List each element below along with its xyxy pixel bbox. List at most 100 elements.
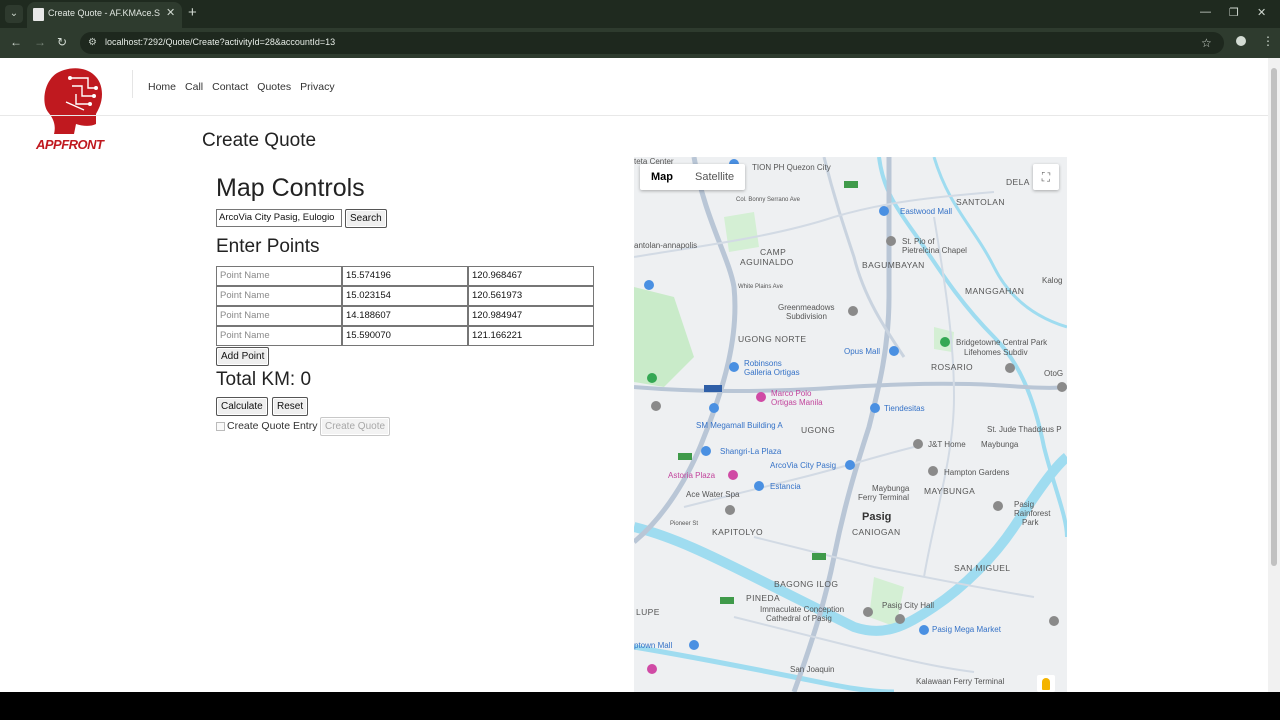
restore-icon[interactable]: ❐ [1229,6,1239,19]
nav-contact-link[interactable]: Contact [212,81,248,93]
map-label: Cathedral of Pasig [766,614,832,623]
scrollbar-thumb[interactable] [1271,68,1277,566]
url-text: localhost:7292/Quote/Create?activityId=2… [105,37,336,47]
search-button[interactable]: Search [345,209,387,228]
calculate-button[interactable]: Calculate [216,397,268,416]
map-label: Pioneer St [670,521,699,527]
map-label: Col. Bonny Serrano Ave [736,197,800,203]
map-label: Pietrelcina Chapel [902,246,967,255]
new-tab-icon[interactable]: + [188,5,197,20]
nav-quotes-link[interactable]: Quotes [257,81,291,93]
map-type-satellite-button[interactable]: Satellite [684,164,745,190]
map-label: antolan-annapolis [634,241,698,250]
map-label: AGUINALDO [740,257,794,267]
point-name-input[interactable]: Point Name [216,326,342,346]
header-divider [0,115,1268,116]
back-icon[interactable]: ← [10,35,22,49]
map-label: DELA [1006,177,1030,187]
location-search-input[interactable]: ArcoVia City Pasig, Eulogio [216,209,342,227]
map-label: Opus Mall [844,347,881,356]
point-lat-input[interactable]: 15.574196 [342,266,468,286]
close-window-icon[interactable]: ✕ [1257,6,1266,19]
tab-search-icon[interactable]: ⌄ [5,5,23,23]
map-label: OtoG [1044,369,1064,378]
map-type-map-button[interactable]: Map [640,164,684,190]
forward-icon[interactable]: → [34,35,46,49]
nav-home-link[interactable]: Home [148,81,176,93]
page-title: Create Quote [202,130,317,151]
nav-privacy-link[interactable]: Privacy [300,81,334,93]
map-label: Galleria Ortigas [744,368,800,377]
map-label: CANIOGAN [852,527,901,537]
map-label: KAPITOLYO [712,527,763,537]
browser-tab[interactable]: Create Quote - AF.KMAce.Sales ✕ [27,2,182,28]
map-type-control: Map Satellite [640,164,746,190]
point-name-input[interactable]: Point Name [216,306,342,326]
tab-close-icon[interactable]: ✕ [166,6,175,19]
map-label: St. Jude Thaddeus P [987,425,1062,434]
create-quote-button[interactable]: Create Quote [320,417,391,436]
create-quote-entry-checkbox[interactable] [216,422,225,431]
map-label: SM Megamall Building A [696,421,783,430]
map-label: Ortigas Manila [771,398,823,407]
add-point-button[interactable]: Add Point [216,347,270,366]
map-label: MANGGAHAN [965,286,1025,296]
map-label: White Plains Ave [738,284,783,290]
point-lng-input[interactable]: 120.968467 [468,266,594,286]
nav-call-link[interactable]: Call [185,81,203,93]
site-info-icon[interactable]: ⚙ [88,37,97,48]
map-label: Kalog [1042,276,1063,285]
map-label: CAMP [760,247,787,257]
map-label: ArcoVia City Pasig [770,461,837,470]
nav-divider [132,70,133,98]
map-label: Park [1022,518,1039,527]
fullscreen-icon[interactable]: ⛶ [1033,164,1059,190]
address-bar[interactable]: ⚙ localhost:7292/Quote/Create?activityId… [80,32,1224,54]
map-label: Astoria Plaza [668,471,716,480]
map-label: St. Pio of [902,237,935,246]
point-name-input[interactable]: Point Name [216,266,342,286]
map-label: MAYBUNGA [924,486,976,496]
map-label: TION PH Quezon City [752,163,831,172]
minimize-icon[interactable]: — [1200,6,1211,18]
reset-button[interactable]: Reset [272,397,309,416]
point-lat-input[interactable]: 15.023154 [342,286,468,306]
map-label: Ferry Terminal [858,493,909,502]
map-label: Maybunga [981,440,1019,449]
browser-menu-icon[interactable]: ⋮ [1262,34,1274,48]
bottom-bar [0,692,1280,720]
map-label: San Joaquin [790,665,835,674]
browser-toolbar: ← → ↻ ⚙ localhost:7292/Quote/Create?acti… [0,28,1280,58]
create-quote-entry-label: Create Quote Entry [227,420,318,432]
map-label: Hampton Gardens [944,468,1010,477]
logo-text[interactable]: APPFRONT [36,137,104,152]
point-lat-input[interactable]: 14.188607 [342,306,468,326]
map-label: BAGONG ILOG [774,579,839,589]
map-label: Eastwood Mall [900,207,953,216]
google-map[interactable]: teta Center TION PH Quezon City SANTOLAN… [634,157,1067,692]
map-label: Pasig Mega Market [932,625,1001,634]
bookmark-star-icon[interactable]: ☆ [1201,36,1212,50]
map-label: ROSARIO [931,362,974,372]
page-favicon-icon [33,8,44,21]
map-label: Pasig [862,511,892,523]
point-lng-input[interactable]: 120.561973 [468,286,594,306]
point-lat-input[interactable]: 15.590070 [342,326,468,346]
map-label: J&T Home [928,440,966,449]
total-km-text: Total KM: 0 [216,369,312,390]
map-label: Lifehomes Subdiv [964,348,1028,357]
point-lng-input[interactable]: 121.166221 [468,326,594,346]
street-view-pegman-icon[interactable] [1037,675,1055,692]
point-lng-input[interactable]: 120.984947 [468,306,594,326]
profile-icon[interactable] [1236,36,1246,46]
map-label: Pasig [1014,500,1035,509]
reload-icon[interactable]: ↻ [57,35,67,49]
map-label: Maybunga [872,484,910,493]
page-scrollbar[interactable] [1268,58,1280,692]
point-name-input[interactable]: Point Name [216,286,342,306]
page-content: APPFRONT Home Call Contact Quotes Privac… [0,58,1280,692]
map-label: Robinsons [744,359,782,368]
main-nav: Home Call Contact Quotes Privacy [148,81,344,93]
map-label: Estancia [770,482,801,491]
map-label: Ace Water Spa [686,490,740,499]
